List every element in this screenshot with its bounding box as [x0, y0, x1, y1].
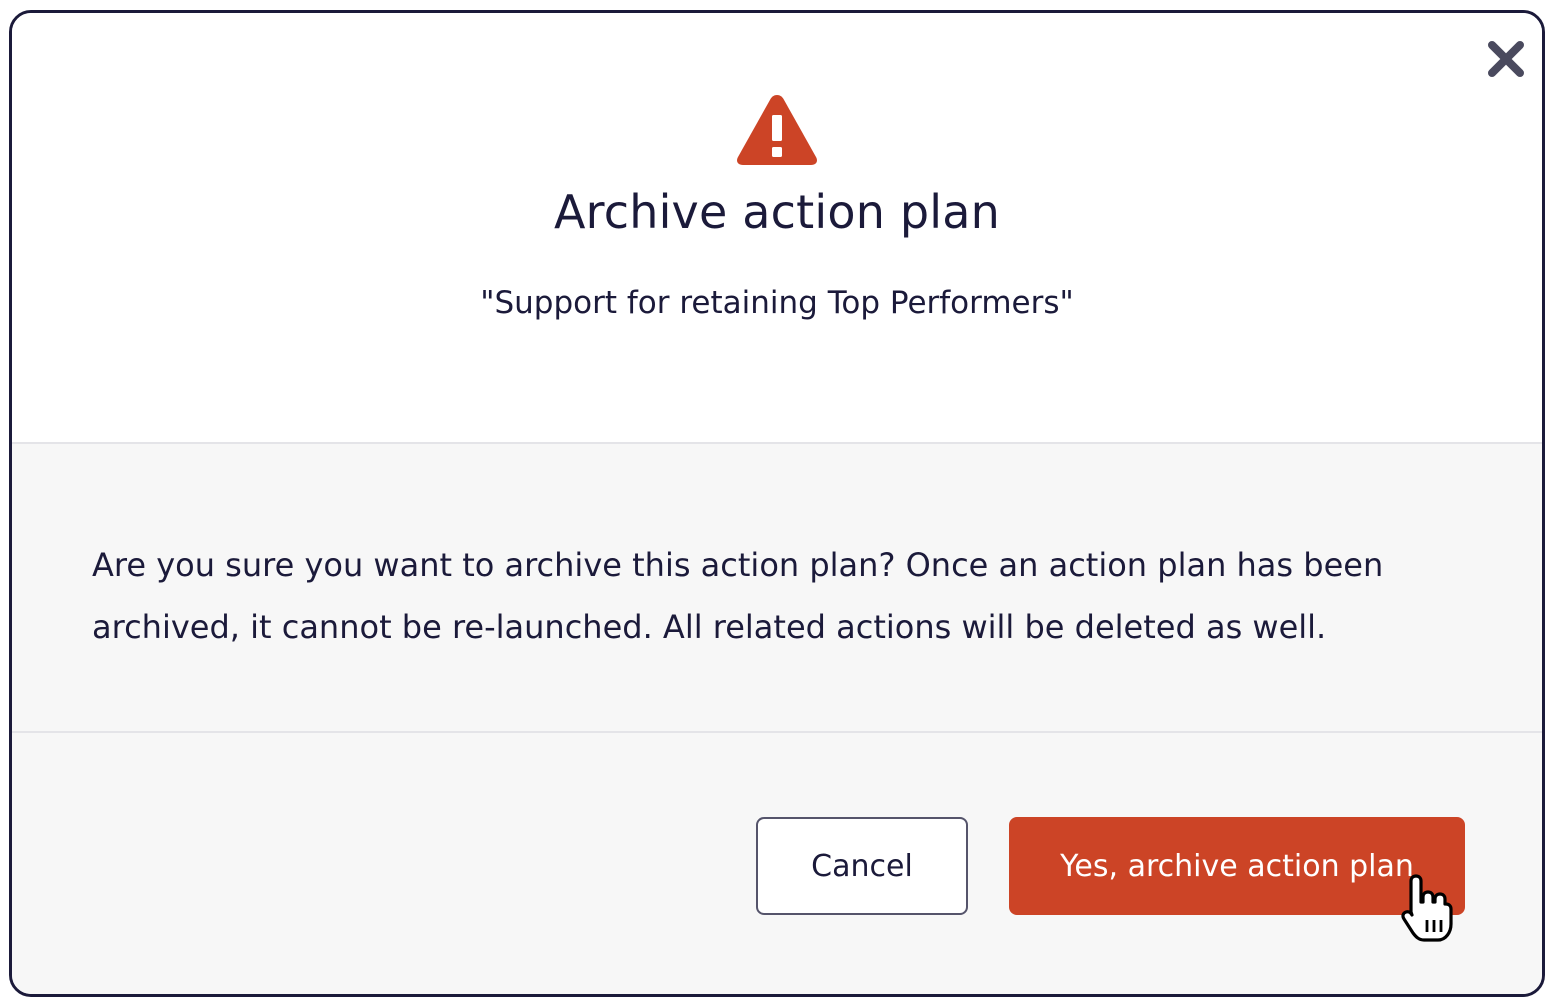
confirmation-message: Are you sure you want to archive this ac… — [92, 546, 1384, 646]
close-icon — [1488, 41, 1524, 77]
action-plan-name: "Support for retaining Top Performers" — [480, 285, 1074, 321]
warning-triangle-icon — [737, 95, 817, 165]
dialog-header: Archive action plan "Support for retaini… — [12, 13, 1542, 444]
dialog-footer: Cancel Yes, archive action plan — [12, 733, 1542, 994]
close-button[interactable] — [1484, 37, 1528, 81]
archive-dialog: Archive action plan "Support for retaini… — [9, 10, 1545, 997]
cancel-button[interactable]: Cancel — [756, 817, 968, 915]
archive-confirm-button[interactable]: Yes, archive action plan — [1009, 817, 1465, 915]
dialog-title: Archive action plan — [553, 185, 1001, 239]
dialog-body: Are you sure you want to archive this ac… — [12, 444, 1542, 733]
